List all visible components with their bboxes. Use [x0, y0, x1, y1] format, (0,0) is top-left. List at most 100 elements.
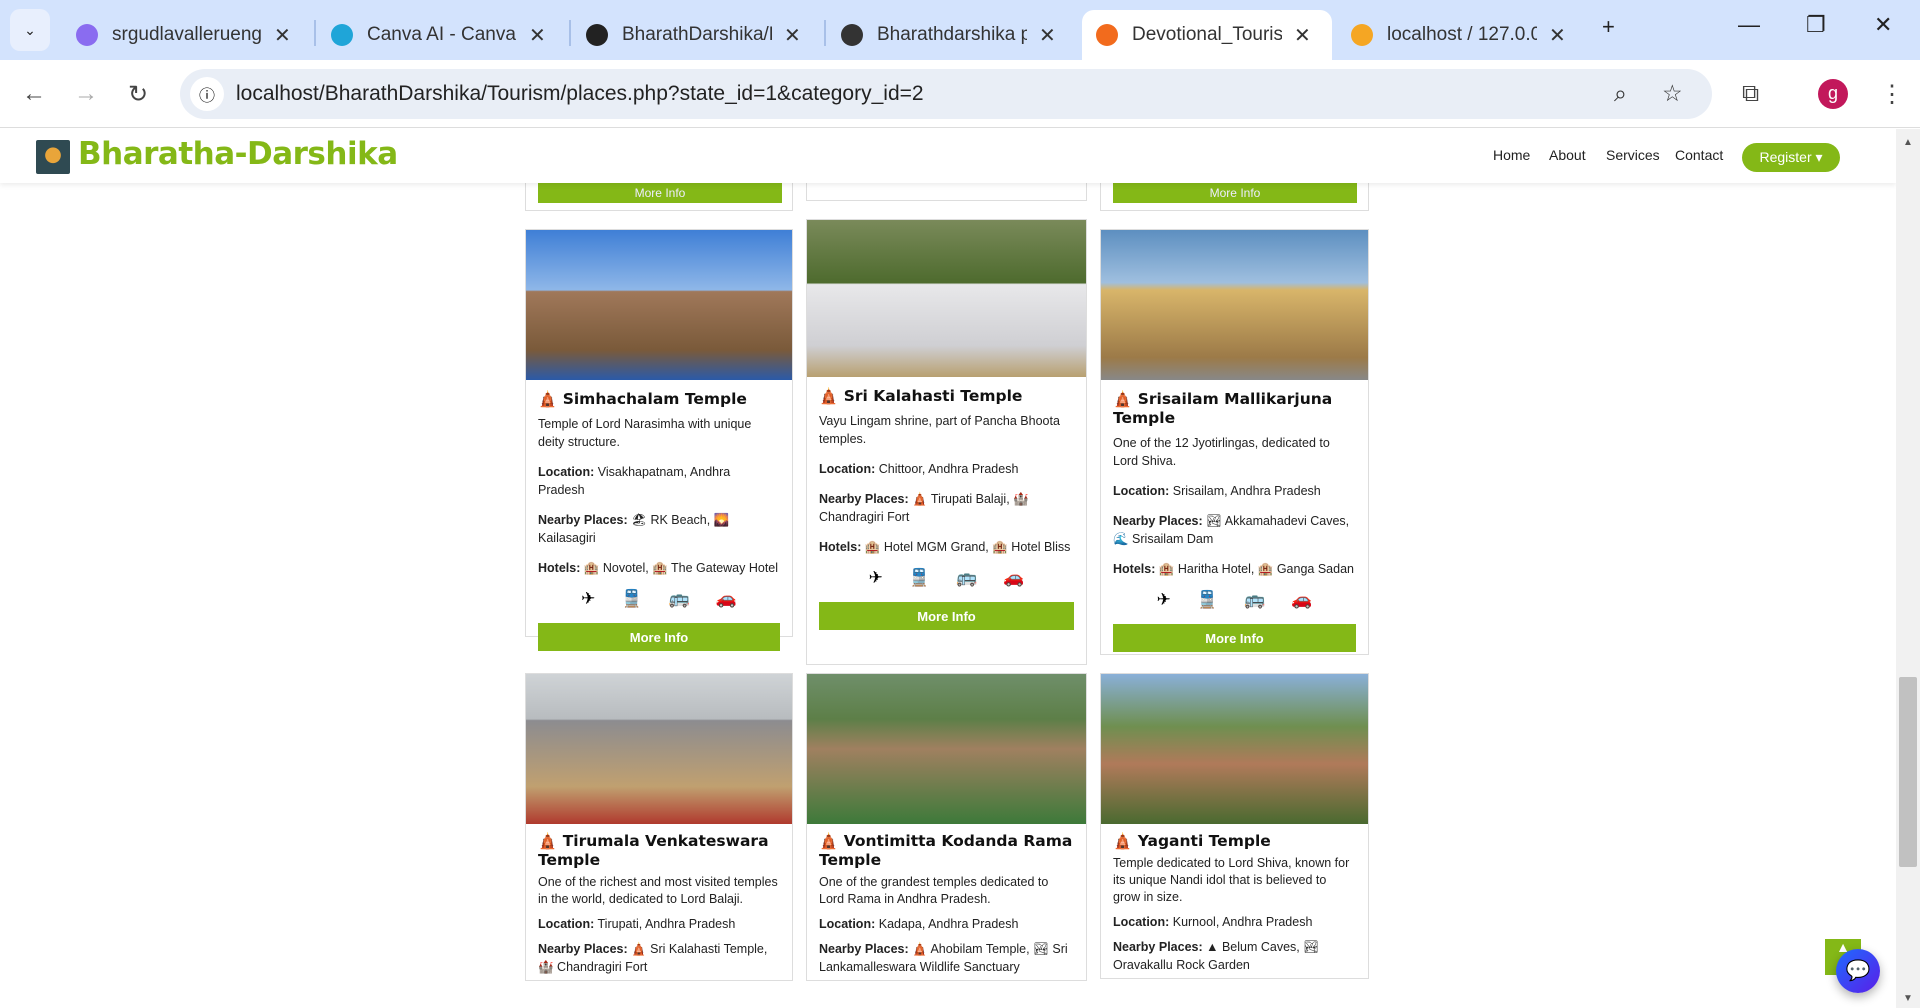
- location-value: Chittoor, Andhra Pradesh: [878, 462, 1019, 476]
- back-icon[interactable]: ←: [22, 80, 46, 108]
- browser-tab[interactable]: srgudlavalleruengi ✕: [62, 10, 312, 60]
- close-window-button[interactable]: ✕: [1874, 12, 1892, 38]
- url-text[interactable]: localhost/BharathDarshika/Tourism/places…: [236, 82, 924, 106]
- hotels-value: 🏨 Haritha Hotel, 🏨 Ganga Sadan: [1158, 562, 1354, 576]
- close-tab-icon[interactable]: ✕: [1039, 23, 1056, 48]
- place-name: Yaganti Temple: [1137, 832, 1271, 850]
- bookmark-star-icon[interactable]: ☆: [1662, 80, 1683, 107]
- place-location: Location: Kurnool, Andhra Pradesh: [1113, 913, 1356, 931]
- bus-icon[interactable]: 🚌: [669, 589, 690, 609]
- forward-icon[interactable]: →: [74, 80, 98, 108]
- nav-about[interactable]: About: [1549, 147, 1586, 163]
- hotels-value: 🏨 Hotel MGM Grand, 🏨 Hotel Bliss: [864, 540, 1071, 554]
- close-tab-icon[interactable]: ✕: [529, 23, 546, 48]
- place-image: [807, 220, 1086, 377]
- place-title: 🛕 Sri Kalahasti Temple: [819, 387, 1074, 406]
- transport-icons: ✈ 🚆 🚌 🚗: [1113, 590, 1356, 610]
- bus-icon[interactable]: 🚌: [956, 568, 977, 588]
- address-bar[interactable]: ⓘ localhost/BharathDarshika/Tourism/plac…: [180, 69, 1712, 119]
- browser-tab[interactable]: BharathDarshika/R ✕: [572, 10, 822, 60]
- new-tab-button[interactable]: +: [1602, 14, 1615, 40]
- location-value: Srisailam, Andhra Pradesh: [1172, 484, 1321, 498]
- nearby-label: Nearby Places:: [819, 492, 909, 506]
- profile-avatar[interactable]: g: [1818, 79, 1848, 109]
- extensions-icon[interactable]: ⧉: [1742, 80, 1759, 108]
- place-nearby: Nearby Places: 🛕 Tirupati Balaji, 🏰 Chan…: [819, 490, 1074, 526]
- browser-tab[interactable]: Bharathdarshika pr ✕: [827, 10, 1077, 60]
- location-label: Location:: [819, 917, 876, 931]
- restore-button[interactable]: ❐: [1806, 12, 1826, 38]
- place-nearby: Nearby Places: 🏞 Akkamahadevi Caves, 🌊 S…: [1113, 512, 1356, 548]
- place-hotels: Hotels: 🏨 Hotel MGM Grand, 🏨 Hotel Bliss: [819, 538, 1074, 556]
- scrollbar-thumb[interactable]: [1899, 677, 1917, 867]
- place-name: Tirumala Venkateswara Temple: [538, 832, 769, 869]
- more-info-button[interactable]: More Info: [1113, 183, 1357, 203]
- train-icon[interactable]: 🚆: [621, 589, 642, 609]
- location-value: Kurnool, Andhra Pradesh: [1172, 915, 1313, 929]
- place-nearby: Nearby Places: 🏖 RK Beach, 🌄 Kailasagiri: [538, 511, 780, 547]
- nearby-label: Nearby Places:: [538, 513, 628, 527]
- nav-services[interactable]: Services: [1606, 147, 1660, 163]
- place-card: 🛕 Vontimitta Kodanda Rama Temple One of …: [806, 673, 1087, 981]
- car-icon[interactable]: 🚗: [1003, 568, 1024, 588]
- plane-icon[interactable]: ✈: [869, 568, 883, 588]
- site-info-icon[interactable]: ⓘ: [190, 77, 224, 111]
- bus-icon[interactable]: 🚌: [1244, 590, 1265, 610]
- place-title: 🛕 Tirumala Venkateswara Temple: [538, 832, 780, 870]
- close-tab-icon[interactable]: ✕: [274, 23, 291, 48]
- site-logo[interactable]: [36, 140, 70, 174]
- plane-icon[interactable]: ✈: [581, 589, 595, 609]
- temple-icon: 🛕: [538, 390, 563, 408]
- close-tab-icon[interactable]: ✕: [1294, 23, 1311, 48]
- register-dropdown-button[interactable]: Register ▾: [1742, 143, 1840, 172]
- location-label: Location:: [819, 462, 876, 476]
- train-icon[interactable]: 🚆: [909, 568, 930, 588]
- more-info-button[interactable]: More Info: [538, 623, 780, 651]
- location-label: Location:: [1113, 915, 1170, 929]
- location-value: Tirupati, Andhra Pradesh: [597, 917, 736, 931]
- location-label: Location:: [538, 465, 595, 479]
- browser-tab[interactable]: Devotional_Tourism ✕: [1082, 10, 1332, 60]
- hotels-label: Hotels:: [1113, 562, 1156, 576]
- place-description: One of the 12 Jyotirlingas, dedicated to…: [1113, 436, 1330, 468]
- more-info-button[interactable]: More Info: [819, 602, 1074, 630]
- car-icon[interactable]: 🚗: [1291, 590, 1312, 610]
- tab-title: srgudlavalleruengi: [112, 24, 262, 45]
- zoom-icon[interactable]: ⌕: [1614, 80, 1627, 107]
- scrollbar[interactable]: ▲ ▼: [1896, 129, 1920, 1008]
- tab-separator: [569, 20, 571, 46]
- temple-icon: 🛕: [819, 832, 844, 850]
- more-info-button[interactable]: More Info: [538, 183, 782, 203]
- temple-icon: 🛕: [819, 387, 844, 405]
- close-tab-icon[interactable]: ✕: [1549, 23, 1566, 48]
- place-hotels: Hotels: 🏨 Novotel, 🏨 The Gateway Hotel: [538, 559, 780, 577]
- menu-kebab-icon[interactable]: ⋮: [1880, 80, 1904, 109]
- nav-contact[interactable]: Contact: [1675, 147, 1723, 163]
- tab-title: Canva AI - Canva: [367, 24, 516, 45]
- minimize-button[interactable]: —: [1738, 12, 1760, 38]
- page-viewport: Bharatha-Darshika Home About Services Co…: [0, 129, 1896, 1008]
- more-info-button[interactable]: More Info: [1113, 624, 1356, 652]
- browser-tab[interactable]: localhost / 127.0.0. ✕: [1337, 10, 1587, 60]
- tab-search-dropdown[interactable]: ⌄: [10, 9, 50, 51]
- browser-tab[interactable]: Canva AI - Canva ✕: [317, 10, 567, 60]
- place-card: 🛕 Srisailam Mallikarjuna Temple One of t…: [1100, 229, 1369, 655]
- site-brand[interactable]: Bharatha-Darshika: [78, 136, 398, 172]
- place-location: Location: Visakhapatnam, Andhra Pradesh: [538, 463, 780, 499]
- place-hotels: Hotels: 🏨 Haritha Hotel, 🏨 Ganga Sadan: [1113, 560, 1356, 578]
- place-description: One of the grandest temples dedicated to…: [819, 875, 1049, 906]
- scroll-up-arrow[interactable]: ▲: [1903, 137, 1913, 148]
- plane-icon[interactable]: ✈: [1157, 590, 1171, 610]
- chat-widget-button[interactable]: 💬: [1836, 949, 1880, 993]
- nearby-label: Nearby Places:: [819, 942, 909, 956]
- phpmyadmin-icon: [1351, 24, 1373, 46]
- place-title: 🛕 Yaganti Temple: [1113, 832, 1356, 851]
- reload-icon[interactable]: ↻: [128, 80, 148, 109]
- scroll-down-arrow[interactable]: ▼: [1903, 993, 1913, 1004]
- place-nearby: Nearby Places: 🛕 Sri Kalahasti Temple, 🏰…: [538, 940, 780, 976]
- nav-home[interactable]: Home: [1493, 147, 1530, 163]
- train-icon[interactable]: 🚆: [1197, 590, 1218, 610]
- close-tab-icon[interactable]: ✕: [784, 23, 801, 48]
- car-icon[interactable]: 🚗: [716, 589, 737, 609]
- chatgpt-icon: [841, 24, 863, 46]
